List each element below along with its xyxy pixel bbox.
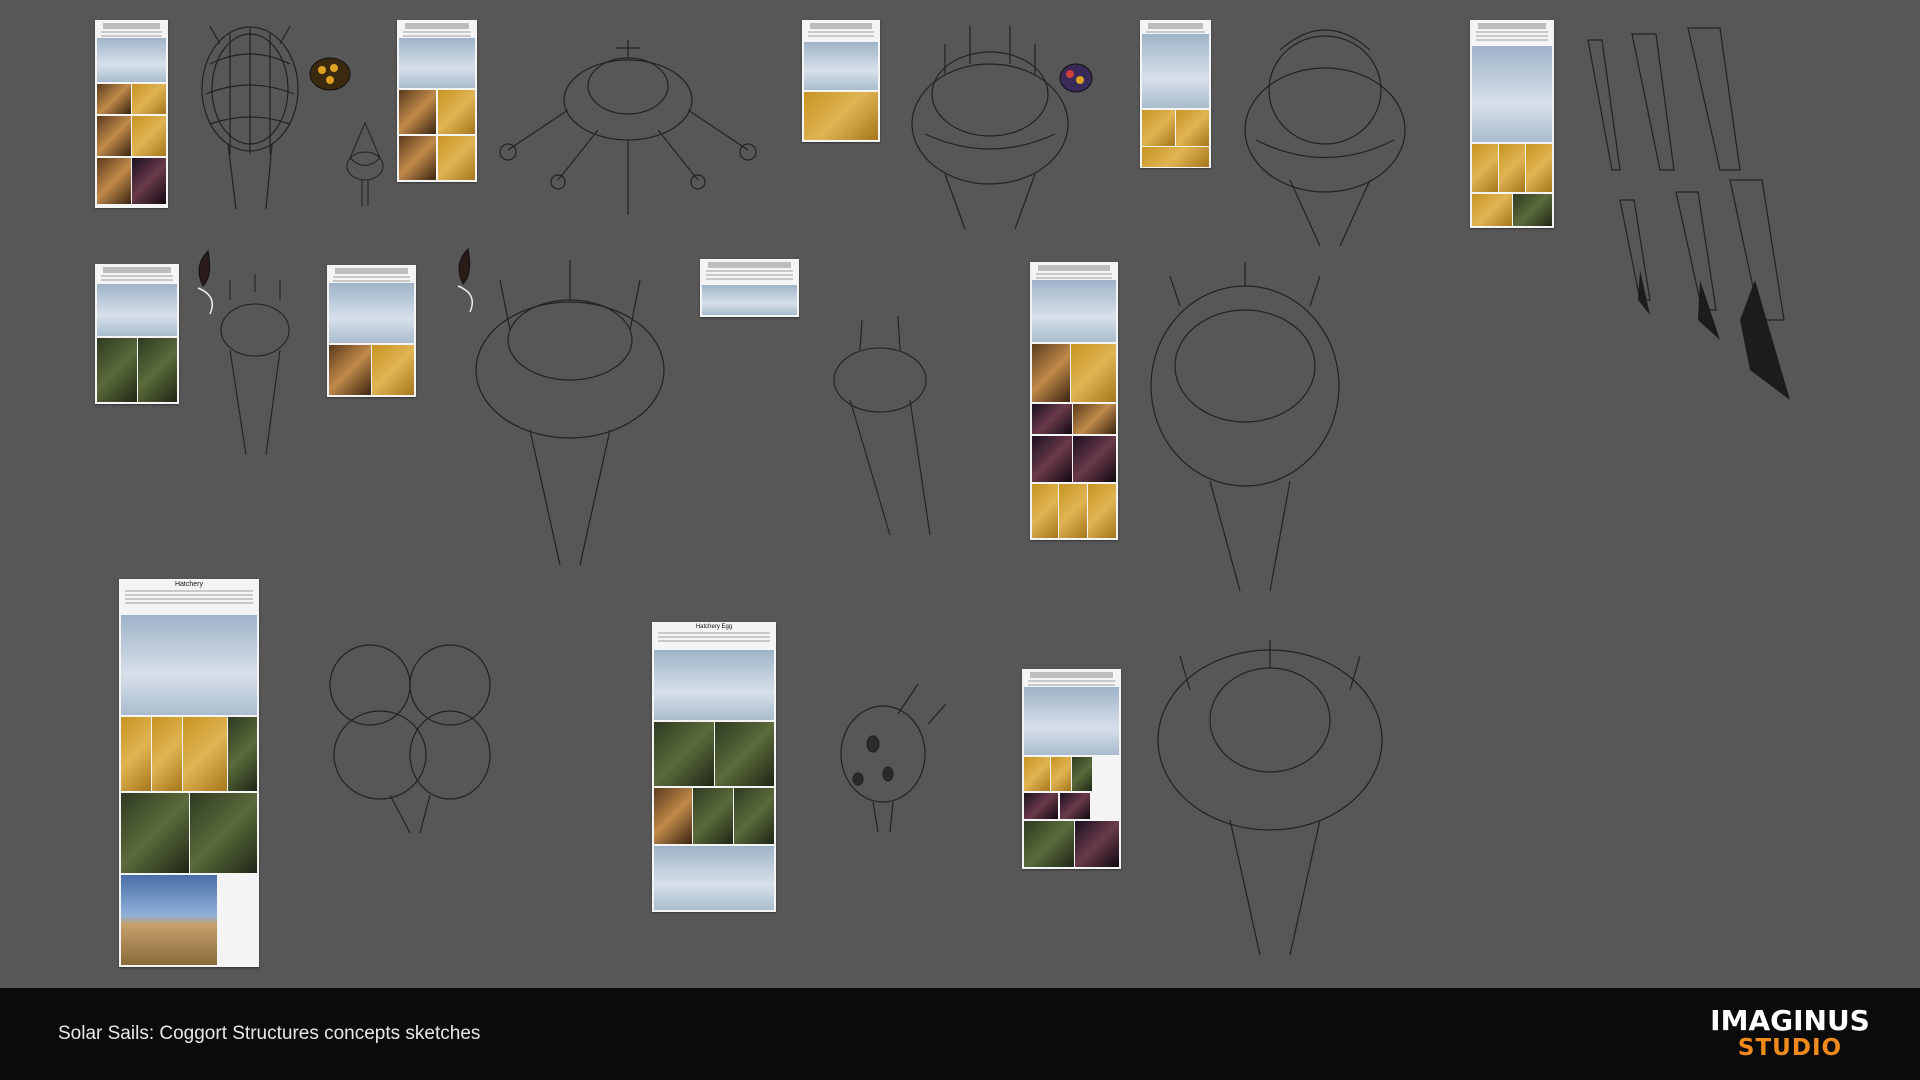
reference-card	[95, 264, 179, 404]
tower-sketch	[475, 260, 665, 566]
tower-sketch	[201, 25, 299, 210]
tower-sketch	[911, 26, 1069, 230]
reference-card	[327, 265, 416, 397]
footer-caption: Solar Sails: Coggort Structures concepts…	[58, 1023, 481, 1044]
reference-card	[700, 259, 799, 317]
egg-sketch	[840, 683, 947, 833]
concept-board: Hatchery Hatchery Egg	[0, 0, 1920, 988]
logo-line1: IMAGINUS	[1710, 1004, 1870, 1037]
reference-card	[1022, 669, 1121, 869]
fortress-sketch	[1157, 640, 1383, 956]
reference-card	[95, 20, 168, 208]
hatchery-sketch	[329, 644, 491, 834]
small-tower-sketch	[346, 121, 384, 206]
tower-sketch	[1244, 29, 1406, 247]
studio-logo: IMAGINUS STUDIO	[1708, 1004, 1872, 1061]
tower-sketch	[833, 315, 931, 536]
reference-card	[1030, 262, 1118, 540]
pod-icon-sketch	[309, 57, 351, 91]
reference-card-hatchery: Hatchery	[119, 579, 259, 967]
reference-card	[802, 20, 880, 142]
pod-icon-sketch	[1059, 63, 1093, 93]
reference-card	[1470, 20, 1554, 228]
reference-card	[397, 20, 477, 182]
card-title: Hatchery Egg	[695, 624, 733, 630]
tower-sketch	[1150, 262, 1340, 592]
station-sketch	[499, 40, 757, 215]
reference-card	[1140, 20, 1211, 168]
card-title: Hatchery	[174, 581, 203, 588]
reference-card-hatchery-egg: Hatchery Egg	[652, 622, 776, 912]
pillar-sketches	[1587, 27, 1790, 400]
logo-line2: STUDIO	[1737, 1035, 1843, 1061]
claw-icon-sketch	[197, 249, 213, 315]
